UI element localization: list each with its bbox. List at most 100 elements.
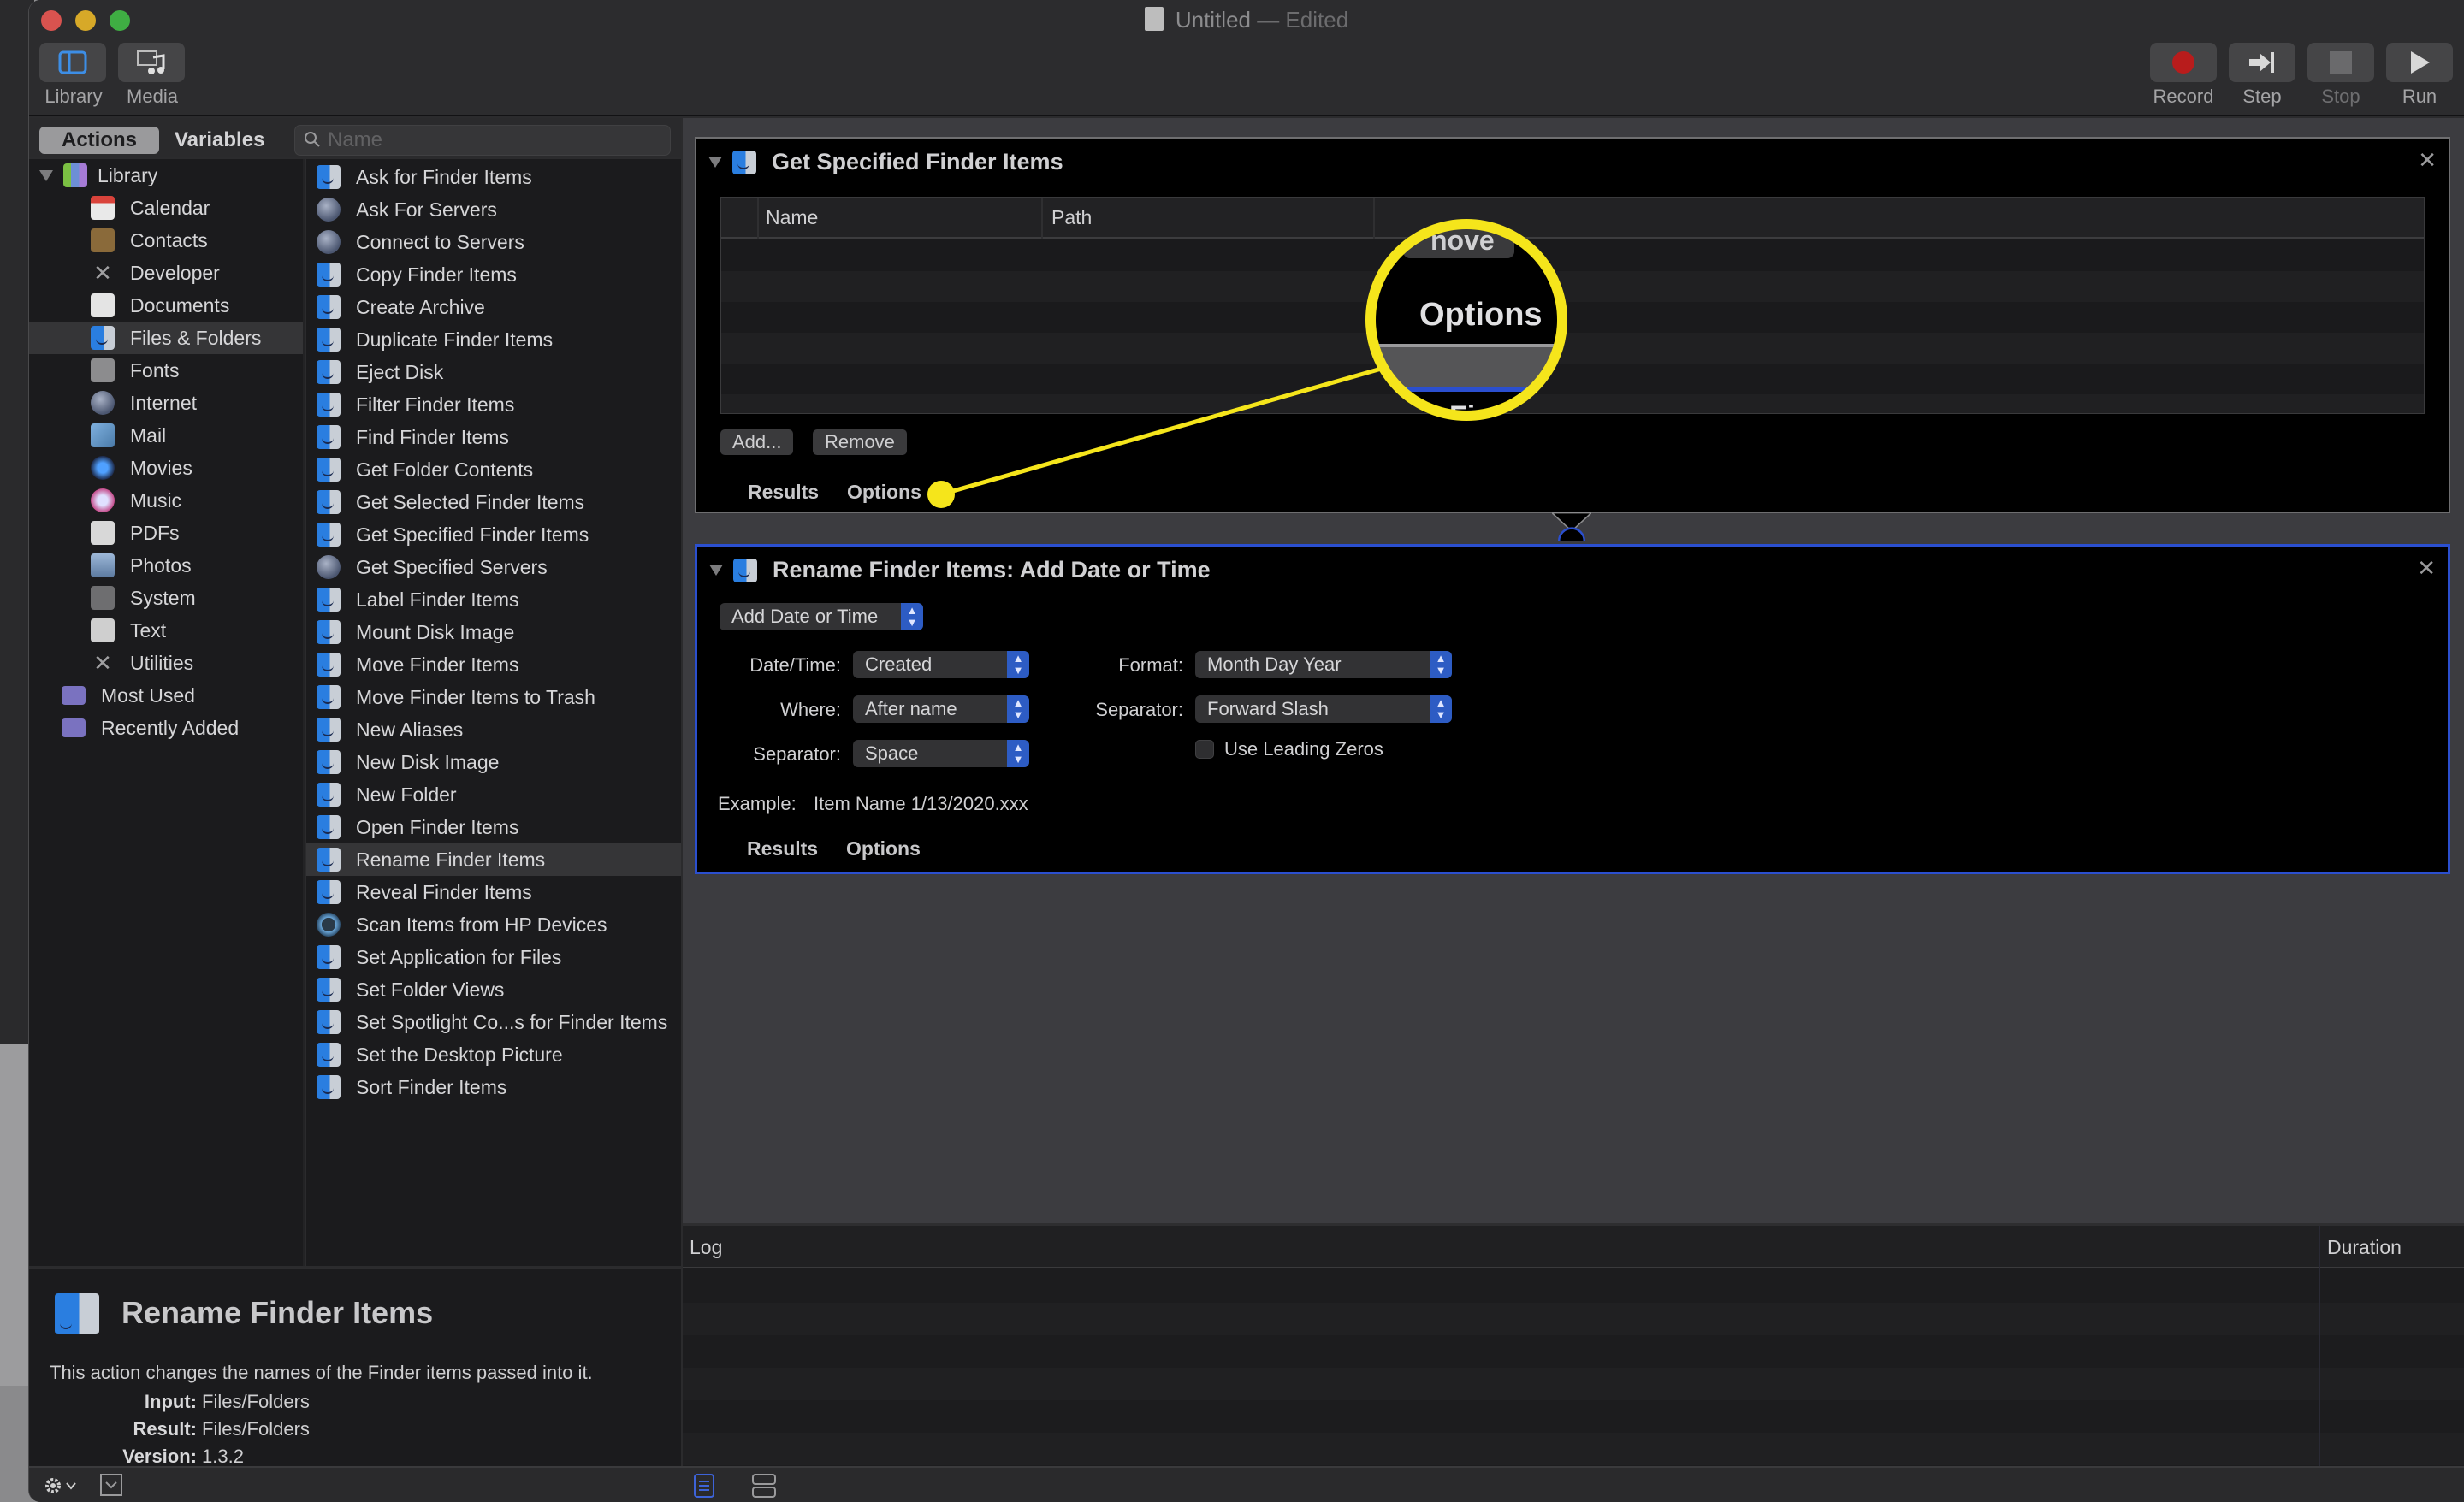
collapse-triangle-icon[interactable]: [709, 565, 723, 576]
add-button[interactable]: Add...: [720, 429, 794, 455]
category-item[interactable]: System: [29, 582, 303, 614]
category-item[interactable]: Contacts: [29, 224, 303, 257]
mode-popup[interactable]: Add Date or Time ▲ ▼: [720, 603, 923, 630]
action-item[interactable]: Ask For Servers: [306, 193, 681, 226]
category-item[interactable]: Photos: [29, 549, 303, 582]
smart-group-item[interactable]: Most Used: [29, 679, 303, 712]
action-item[interactable]: Get Selected Finder Items: [306, 486, 681, 518]
results-tab[interactable]: Results: [747, 837, 818, 860]
log-row: [683, 1335, 2464, 1368]
category-label: Internet: [130, 391, 197, 414]
run-button[interactable]: [2386, 43, 2453, 82]
options-tab[interactable]: Options: [846, 837, 921, 860]
format-separator-popup[interactable]: Forward Slash ▲ ▼: [1195, 695, 1452, 723]
collapse-triangle-icon[interactable]: [708, 157, 722, 168]
documents-icon: [91, 293, 115, 317]
where-popup[interactable]: After name ▲ ▼: [853, 695, 1029, 723]
close-action-icon[interactable]: ✕: [2417, 555, 2436, 582]
category-item[interactable]: Fonts: [29, 354, 303, 387]
action-item[interactable]: Get Folder Contents: [306, 453, 681, 486]
options-tab[interactable]: Options: [847, 481, 921, 504]
action-item[interactable]: Set Application for Files: [306, 941, 681, 973]
action-item[interactable]: Open Finder Items: [306, 811, 681, 843]
action-item[interactable]: Find Finder Items: [306, 421, 681, 453]
action-item[interactable]: Connect to Servers: [306, 226, 681, 258]
close-action-icon[interactable]: ✕: [2418, 147, 2437, 174]
tab-variables[interactable]: Variables: [175, 127, 264, 154]
remove-button[interactable]: Remove: [813, 429, 907, 455]
leading-zeros-label[interactable]: Use Leading Zeros: [1224, 738, 1383, 760]
library-root[interactable]: Library: [29, 159, 303, 192]
smart-group-item[interactable]: Recently Added: [29, 712, 303, 744]
action-item[interactable]: Eject Disk: [306, 356, 681, 388]
category-label: Movies: [130, 456, 192, 479]
action-rename-finder-items[interactable]: Rename Finder Items: Add Date or Time ✕ …: [695, 544, 2450, 874]
log-header: Log Duration: [683, 1226, 2464, 1268]
action-item[interactable]: Set Folder Views: [306, 973, 681, 1006]
action-item[interactable]: New Folder: [306, 778, 681, 811]
search-input[interactable]: [328, 127, 661, 153]
action-item[interactable]: Label Finder Items: [306, 583, 681, 616]
finder-items-table[interactable]: Name Path: [720, 197, 2425, 414]
action-item[interactable]: Mount Disk Image: [306, 616, 681, 648]
category-label: Files & Folders: [130, 326, 262, 349]
column-name[interactable]: Name: [766, 206, 818, 229]
action-label: New Disk Image: [356, 750, 500, 773]
finder-icon: [317, 328, 341, 352]
action-item[interactable]: Copy Finder Items: [306, 258, 681, 291]
results-tab[interactable]: Results: [748, 481, 819, 504]
finder-icon: [317, 165, 341, 189]
category-item[interactable]: Text: [29, 614, 303, 647]
action-item[interactable]: Rename Finder Items: [306, 843, 681, 876]
category-label: Documents: [130, 293, 230, 316]
category-item[interactable]: ✕ Utilities: [29, 647, 303, 679]
column-log[interactable]: Log: [690, 1236, 722, 1259]
action-item[interactable]: Duplicate Finder Items: [306, 323, 681, 356]
column-duration[interactable]: Duration: [2327, 1236, 2402, 1259]
category-item[interactable]: Movies: [29, 452, 303, 484]
media-button[interactable]: [118, 43, 185, 82]
category-item[interactable]: Files & Folders: [29, 322, 303, 354]
workflow-view-icon[interactable]: [751, 1473, 777, 1499]
action-item[interactable]: New Disk Image: [306, 746, 681, 778]
disclosure-triangle-icon[interactable]: [39, 169, 53, 181]
category-item[interactable]: PDFs: [29, 517, 303, 549]
action-get-specified-finder-items[interactable]: Get Specified Finder Items ✕ Name Path A: [695, 137, 2450, 513]
action-item[interactable]: Filter Finder Items: [306, 388, 681, 421]
action-item[interactable]: New Aliases: [306, 713, 681, 746]
action-item[interactable]: Scan Items from HP Devices: [306, 908, 681, 941]
library-button[interactable]: [39, 43, 106, 82]
stop-button[interactable]: [2307, 43, 2374, 82]
action-item[interactable]: Create Archive: [306, 291, 681, 323]
action-item[interactable]: Sort Finder Items: [306, 1071, 681, 1103]
column-path[interactable]: Path: [1051, 206, 1092, 229]
step-button[interactable]: [2229, 43, 2295, 82]
action-label: Ask for Finder Items: [356, 165, 532, 188]
format-popup[interactable]: Month Day Year ▲ ▼: [1195, 651, 1452, 678]
action-label: Reveal Finder Items: [356, 880, 532, 903]
record-button[interactable]: [2150, 43, 2217, 82]
action-item[interactable]: Get Specified Finder Items: [306, 518, 681, 551]
list-view-icon[interactable]: [693, 1473, 715, 1499]
category-item[interactable]: Documents: [29, 289, 303, 322]
action-item[interactable]: Move Finder Items: [306, 648, 681, 681]
action-item[interactable]: Move Finder Items to Trash: [306, 681, 681, 713]
description-toggle-icon[interactable]: [99, 1473, 123, 1497]
action-item[interactable]: Set the Desktop Picture: [306, 1038, 681, 1071]
action-item[interactable]: Reveal Finder Items: [306, 876, 681, 908]
tab-actions[interactable]: Actions: [39, 127, 159, 154]
category-item[interactable]: ✕ Developer: [29, 257, 303, 289]
gear-menu-icon[interactable]: [43, 1475, 82, 1497]
category-item[interactable]: Calendar: [29, 192, 303, 224]
action-item[interactable]: Set Spotlight Co...s for Finder Items: [306, 1006, 681, 1038]
date-time-popup[interactable]: Created ▲ ▼: [853, 651, 1029, 678]
action-label: Copy Finder Items: [356, 263, 517, 286]
category-item[interactable]: Internet: [29, 387, 303, 419]
action-item[interactable]: Ask for Finder Items: [306, 161, 681, 193]
category-item[interactable]: Mail: [29, 419, 303, 452]
leading-zeros-checkbox[interactable]: [1195, 740, 1214, 759]
separator-popup[interactable]: Space ▲ ▼: [853, 740, 1029, 767]
category-item[interactable]: Music: [29, 484, 303, 517]
search-field[interactable]: [294, 125, 671, 156]
action-item[interactable]: Get Specified Servers: [306, 551, 681, 583]
